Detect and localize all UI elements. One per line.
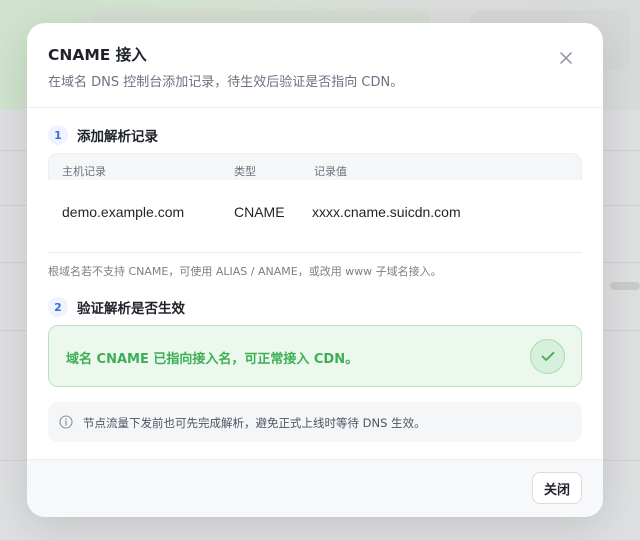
verify-success-banner: 域名 CNAME 已指向接入名，可正常接入 CDN。	[48, 325, 582, 387]
step-verify: 2 验证解析是否生效	[48, 297, 185, 317]
dialog-header: CNAME 接入 在域名 DNS 控制台添加记录，待生效后验证是否指向 CDN。	[27, 23, 603, 108]
record-type[interactable]: CNAME	[234, 204, 285, 220]
dialog-footer: 关闭	[27, 459, 603, 517]
tip-box: 节点流量下发前也可先完成解析，避免正式上线时等待 DNS 生效。	[48, 402, 582, 442]
info-icon	[59, 414, 75, 430]
verify-message: 域名 CNAME 已指向接入名，可正常接入 CDN。	[66, 352, 359, 367]
column-header-host: 主机记录	[62, 165, 106, 178]
step-number: 2	[48, 297, 68, 317]
table-header: 主机记录 类型 记录值	[48, 153, 582, 180]
column-header-value: 记录值	[314, 165, 347, 178]
dialog-subtitle: 在域名 DNS 控制台添加记录，待生效后验证是否指向 CDN。	[48, 75, 404, 90]
cname-dialog: CNAME 接入 在域名 DNS 控制台添加记录，待生效后验证是否指向 CDN。…	[27, 23, 603, 517]
close-button[interactable]: 关闭	[532, 472, 582, 504]
close-icon[interactable]	[551, 43, 581, 73]
tip-text: 节点流量下发前也可先完成解析，避免正式上线时等待 DNS 生效。	[83, 416, 426, 430]
step-label: 验证解析是否生效	[77, 301, 185, 317]
root-domain-hint: 根域名若不支持 CNAME，可使用 ALIAS / ANAME，或改用 www …	[48, 265, 442, 278]
step-number: 1	[48, 125, 68, 145]
record-host[interactable]: demo.example.com	[62, 204, 184, 220]
column-header-type: 类型	[234, 165, 256, 178]
dns-record-table: 主机记录 类型 记录值 demo.example.com CNAME xxxx.…	[48, 153, 582, 253]
step-add-record: 1 添加解析记录	[48, 125, 158, 145]
table-divider	[48, 252, 582, 253]
background-text	[610, 282, 640, 290]
step-label: 添加解析记录	[77, 129, 158, 145]
check-icon	[530, 339, 565, 374]
dialog-title: CNAME 接入	[48, 46, 147, 64]
record-value[interactable]: xxxx.cname.suicdn.com	[312, 204, 461, 220]
